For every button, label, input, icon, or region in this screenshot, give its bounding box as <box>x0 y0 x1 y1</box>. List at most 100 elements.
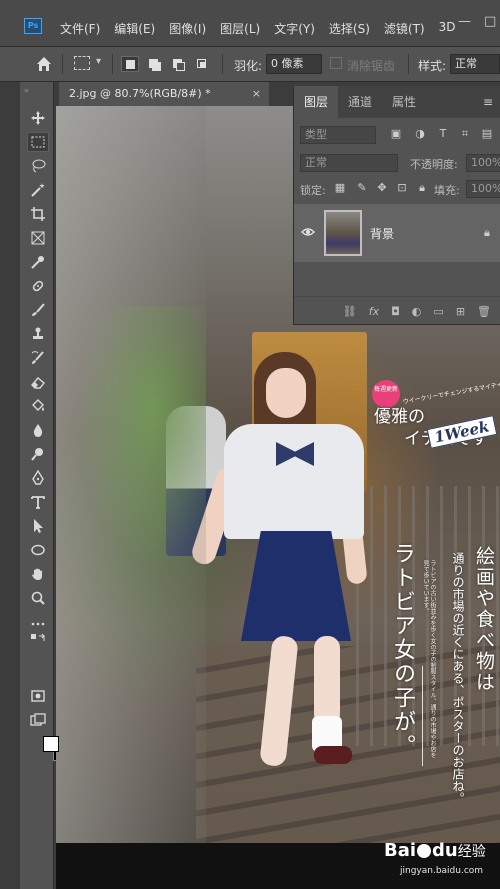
panel-menu-icon[interactable]: ≡ <box>475 86 500 118</box>
clone-stamp-tool-icon[interactable] <box>27 324 49 344</box>
panel-grip-icon[interactable]: » <box>24 86 30 95</box>
photo-vertical-right-title: 絵画や食べ物は <box>473 546 495 693</box>
paint-bucket-tool-icon[interactable] <box>27 396 49 416</box>
panel-tabs: 图层 通道 属性 ≡ <box>294 86 500 118</box>
baidu-brand-cn: 经验 <box>457 844 486 860</box>
layer-name[interactable]: 背景 <box>370 225 394 242</box>
menu-filter[interactable]: 滤镜(T) <box>384 20 425 37</box>
layer-thumbnail[interactable] <box>324 210 362 256</box>
separator <box>408 54 409 74</box>
menu-layer[interactable]: 图层(L) <box>220 20 260 37</box>
menu-file[interactable]: 文件(F) <box>60 20 100 37</box>
photo-girl-shirt <box>224 424 364 539</box>
menu-image[interactable]: 图像(I) <box>169 20 206 37</box>
screen-mode-icon[interactable] <box>27 710 49 730</box>
maximize-button[interactable]: □ <box>484 14 496 29</box>
filter-pixel-icon[interactable]: ▣ <box>390 128 402 140</box>
path-selection-tool-icon[interactable] <box>27 516 49 536</box>
style-label: 样式: <box>418 59 447 73</box>
new-layer-icon[interactable]: ⊞ <box>456 305 465 318</box>
filter-type-icon[interactable]: T <box>437 128 449 140</box>
crop-tool-icon[interactable] <box>27 204 49 224</box>
lock-row: 锁定: ▦ ✎ ✥ ⊡ 🔒︎ 填充: 100% <box>294 176 500 202</box>
menu-select[interactable]: 选择(S) <box>329 20 370 37</box>
lock-position-icon[interactable]: ✥ <box>376 182 388 194</box>
opacity-input[interactable]: 100% <box>466 154 500 172</box>
document-tab[interactable]: 2.jpg @ 80.7%(RGB/8#) * × <box>59 82 269 106</box>
frame-tool-icon[interactable] <box>27 228 49 248</box>
history-brush-tool-icon[interactable] <box>27 348 49 368</box>
filter-shape-icon[interactable]: ⌗ <box>459 128 471 140</box>
fx-icon[interactable]: fx <box>369 305 379 318</box>
hand-tool-icon[interactable] <box>27 564 49 584</box>
ellipse-tool-icon[interactable] <box>27 540 49 560</box>
lock-artboard-icon[interactable]: ⊡ <box>396 182 408 194</box>
add-selection-icon[interactable] <box>145 56 163 72</box>
filter-adjustment-icon[interactable]: ◑ <box>414 128 426 140</box>
mask-icon[interactable]: ◘ <box>391 305 400 318</box>
quick-mask-icon[interactable] <box>27 686 49 706</box>
lasso-tool-icon[interactable] <box>27 156 49 176</box>
delete-icon[interactable]: 🗑︎ <box>477 305 491 318</box>
photoshop-logo: Ps <box>24 18 42 34</box>
type-tool-icon[interactable] <box>27 492 49 512</box>
fill-input[interactable]: 100% <box>466 180 500 198</box>
adjustment-icon[interactable]: ◐ <box>412 305 422 318</box>
move-tool-icon[interactable] <box>27 108 49 128</box>
blend-mode-select[interactable]: 正常 <box>300 154 398 172</box>
baidu-brand-a: Bai <box>384 840 417 861</box>
new-selection-icon[interactable] <box>121 56 139 72</box>
tab-channels[interactable]: 通道 <box>338 86 382 118</box>
menu-3d[interactable]: 3D <box>439 20 456 37</box>
minimize-button[interactable]: — <box>458 14 471 29</box>
eraser-tool-icon[interactable] <box>27 372 49 392</box>
pen-tool-icon[interactable] <box>27 468 49 488</box>
filter-smart-object-icon[interactable]: ▤ <box>481 128 493 140</box>
layer-row-background[interactable]: 背景 🔒︎ <box>294 204 500 262</box>
intersect-selection-icon[interactable] <box>193 56 211 72</box>
rect-marquee-tool-icon[interactable] <box>27 132 49 152</box>
magic-wand-tool-icon[interactable] <box>27 180 49 200</box>
opacity-label: 不透明度: <box>410 158 458 171</box>
eye-icon[interactable] <box>301 226 315 238</box>
antialias-checkbox[interactable] <box>330 57 342 69</box>
menu-bar: Ps 文件(F) 编辑(E) 图像(I) 图层(L) 文字(Y) 选择(S) 滤… <box>0 0 500 46</box>
close-icon[interactable]: × <box>252 82 261 106</box>
left-dock-strip <box>0 82 20 889</box>
style-select[interactable]: 正常 <box>450 54 500 74</box>
blur-tool-icon[interactable] <box>27 420 49 440</box>
photo-vertical-title: ラトビア女の子が。 <box>390 542 415 758</box>
zoom-tool-icon[interactable] <box>27 588 49 608</box>
feather-input[interactable]: 0 像素 <box>266 54 322 74</box>
separator <box>62 54 63 74</box>
swap-colors-icon[interactable] <box>27 633 49 648</box>
subtract-selection-icon[interactable] <box>169 56 187 72</box>
rect-marquee-preset-icon[interactable] <box>74 56 90 70</box>
foreground-color-swatch[interactable] <box>43 736 59 752</box>
group-icon[interactable]: ▭ <box>433 305 443 318</box>
lock-all-icon[interactable]: 🔒︎ <box>416 182 428 194</box>
menu-type[interactable]: 文字(Y) <box>274 20 315 37</box>
eyedropper-tool-icon[interactable] <box>27 252 49 272</box>
layer-filter-select[interactable]: 类型 <box>300 126 376 144</box>
baidu-brand-b: du <box>432 840 458 861</box>
lock-pixels-icon[interactable]: ✎ <box>356 182 368 194</box>
more-tools-icon[interactable] <box>27 614 49 634</box>
layers-panel-footer: ⛓ fx ◘ ◐ ▭ ⊞ 🗑︎ <box>294 296 500 325</box>
healing-brush-tool-icon[interactable] <box>27 276 49 296</box>
dodge-tool-icon[interactable] <box>27 444 49 464</box>
brush-tool-icon[interactable] <box>27 300 49 320</box>
paw-icon <box>417 844 432 858</box>
tab-layers[interactable]: 图层 <box>294 86 339 118</box>
link-icon[interactable]: ⛓ <box>343 305 357 318</box>
chevron-down-icon[interactable]: ▾ <box>96 56 101 67</box>
baidu-watermark: Bai du经验 <box>384 840 486 861</box>
tools-panel: » <box>20 82 69 889</box>
photo-foreground-blur <box>56 106 206 843</box>
menu-edit[interactable]: 编辑(E) <box>114 20 155 37</box>
lock-transparent-icon[interactable]: ▦ <box>334 182 346 194</box>
layers-panel: 图层 通道 属性 ≡ 类型 ▣ ◑ T ⌗ ▤ 正常 不透明度: 100% 锁定… <box>293 86 500 325</box>
fill-label: 填充: <box>434 184 460 197</box>
home-icon[interactable] <box>36 56 52 72</box>
tab-properties[interactable]: 属性 <box>382 86 426 118</box>
